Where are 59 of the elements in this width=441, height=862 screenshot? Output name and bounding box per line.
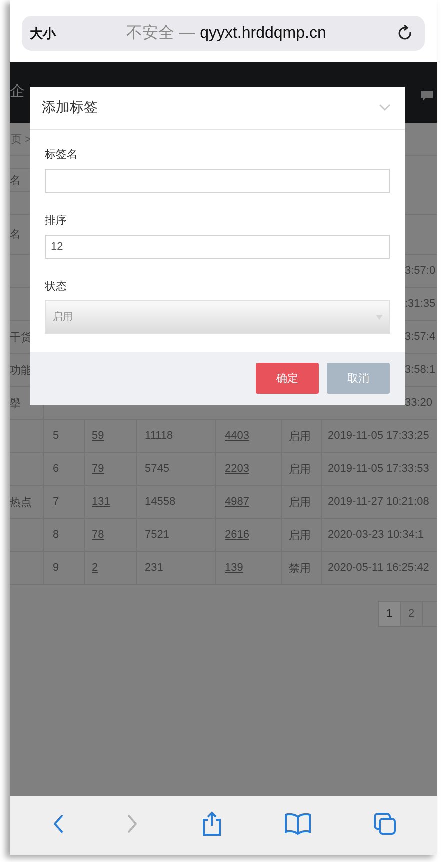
table-link[interactable]: 2616 bbox=[225, 529, 250, 541]
dialog-title: 添加标签 bbox=[42, 99, 98, 117]
field-label: 状态 bbox=[45, 280, 68, 294]
table-link[interactable]: 4987 bbox=[225, 496, 250, 508]
table-cell-text: 启用 bbox=[289, 430, 311, 444]
table-link[interactable]: 79 bbox=[92, 463, 104, 475]
table-cell: 2019-11-05 17:33:53 bbox=[328, 463, 430, 475]
table-cell: 8 bbox=[53, 529, 60, 541]
tabs-icon[interactable] bbox=[372, 812, 396, 836]
table-link[interactable]: 59 bbox=[92, 430, 104, 442]
page-title: 企 bbox=[10, 82, 25, 101]
url-text: qyyxt.hrddqmp.cn bbox=[200, 24, 326, 42]
table-link[interactable]: 131 bbox=[92, 496, 110, 508]
book-icon[interactable] bbox=[284, 812, 312, 836]
share-icon[interactable] bbox=[200, 810, 222, 836]
cancel-button[interactable]: 取消 bbox=[327, 363, 390, 394]
table-cell-text: 热点 bbox=[10, 496, 32, 510]
table-cell: 3:57:0 bbox=[405, 265, 436, 277]
table-cell: 2019-11-27 10:21:08 bbox=[328, 496, 430, 508]
table-cell: 7521 bbox=[145, 529, 170, 541]
table-cell: 2020-03-23 10:34:1 bbox=[328, 529, 424, 541]
table-link[interactable]: 4403 bbox=[225, 430, 250, 442]
confirm-button[interactable]: 确定 bbox=[256, 363, 319, 394]
table-cell: 5 bbox=[53, 430, 60, 442]
caret-down-icon bbox=[376, 314, 383, 320]
table-cell: 11118 bbox=[145, 430, 174, 442]
input-field[interactable] bbox=[45, 169, 390, 193]
chat-icon[interactable] bbox=[420, 90, 434, 102]
table-cell-text: 启用 bbox=[289, 528, 311, 542]
table-cell: 33:20 bbox=[405, 397, 433, 409]
table-cell: 231 bbox=[145, 562, 164, 574]
page-button[interactable]: 1 bbox=[378, 601, 401, 627]
column-header: 名 bbox=[10, 228, 22, 242]
table-link[interactable]: 2 bbox=[92, 562, 98, 574]
page-button[interactable]: 2 bbox=[400, 601, 423, 627]
table-cell: 3:57:4 bbox=[405, 331, 436, 343]
table-cell: 14558 bbox=[145, 496, 176, 508]
table-cell: 6 bbox=[53, 463, 60, 475]
table-cell: 9 bbox=[53, 562, 60, 574]
table-cell-text: 启用 bbox=[289, 496, 311, 510]
table-cell: :31:35 bbox=[405, 298, 436, 310]
table-cell: 2020-05-11 16:25:42 bbox=[328, 562, 430, 574]
text-size-button[interactable]: 大小 bbox=[30, 24, 56, 42]
field-label: 排序 bbox=[45, 214, 68, 228]
table-link[interactable]: 2203 bbox=[225, 463, 250, 475]
table-cell-text: 擧 bbox=[10, 396, 21, 410]
input-field[interactable]: 12 bbox=[45, 235, 390, 259]
table-cell: 5745 bbox=[145, 463, 170, 475]
table-link[interactable]: 139 bbox=[225, 562, 244, 574]
table-cell-text: 启用 bbox=[289, 462, 311, 476]
address-bar[interactable]: 大小 不安全 — qyyxt.hrddqmp.cn bbox=[22, 16, 425, 51]
table-cell-text: 禁用 bbox=[289, 562, 311, 576]
table-link[interactable]: 78 bbox=[92, 529, 104, 541]
field-label: 标签名 bbox=[45, 148, 79, 162]
table-cell: 7 bbox=[53, 496, 60, 508]
security-label: 不安全 — bbox=[126, 24, 196, 44]
status-select[interactable]: 启用 bbox=[45, 300, 390, 334]
table-cell: 2019-11-05 17:33:25 bbox=[328, 430, 430, 442]
table-cell: 3:58:1 bbox=[405, 364, 436, 376]
